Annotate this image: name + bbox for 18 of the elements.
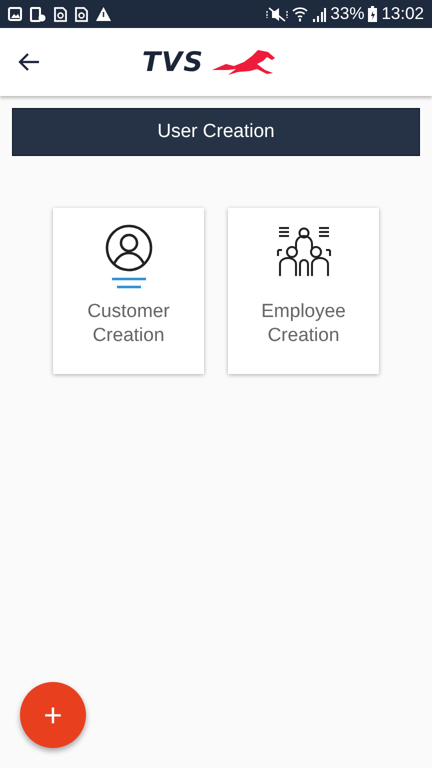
creation-card[interactable]: Customer Creation — [53, 208, 204, 374]
signal-icon — [312, 6, 326, 22]
battery-percent: 33% — [330, 3, 364, 26]
add-button[interactable]: + — [20, 682, 86, 748]
card-label: Employee Creation — [261, 300, 346, 348]
document-icon — [54, 6, 67, 22]
clock-time: 13:02 — [381, 3, 424, 26]
device-clock-icon — [30, 6, 46, 22]
document-icon — [75, 6, 88, 22]
gallery-icon — [8, 7, 22, 21]
creation-card[interactable]: Employee Creation — [228, 208, 379, 374]
wifi-icon — [292, 6, 308, 22]
brand-logo-text: TVS — [142, 48, 204, 76]
card-label: Customer Creation — [87, 300, 170, 348]
battery-icon — [368, 6, 378, 22]
warning-icon — [96, 7, 111, 21]
header-bar: User Creation — [12, 108, 420, 156]
mute-icon — [266, 6, 288, 22]
